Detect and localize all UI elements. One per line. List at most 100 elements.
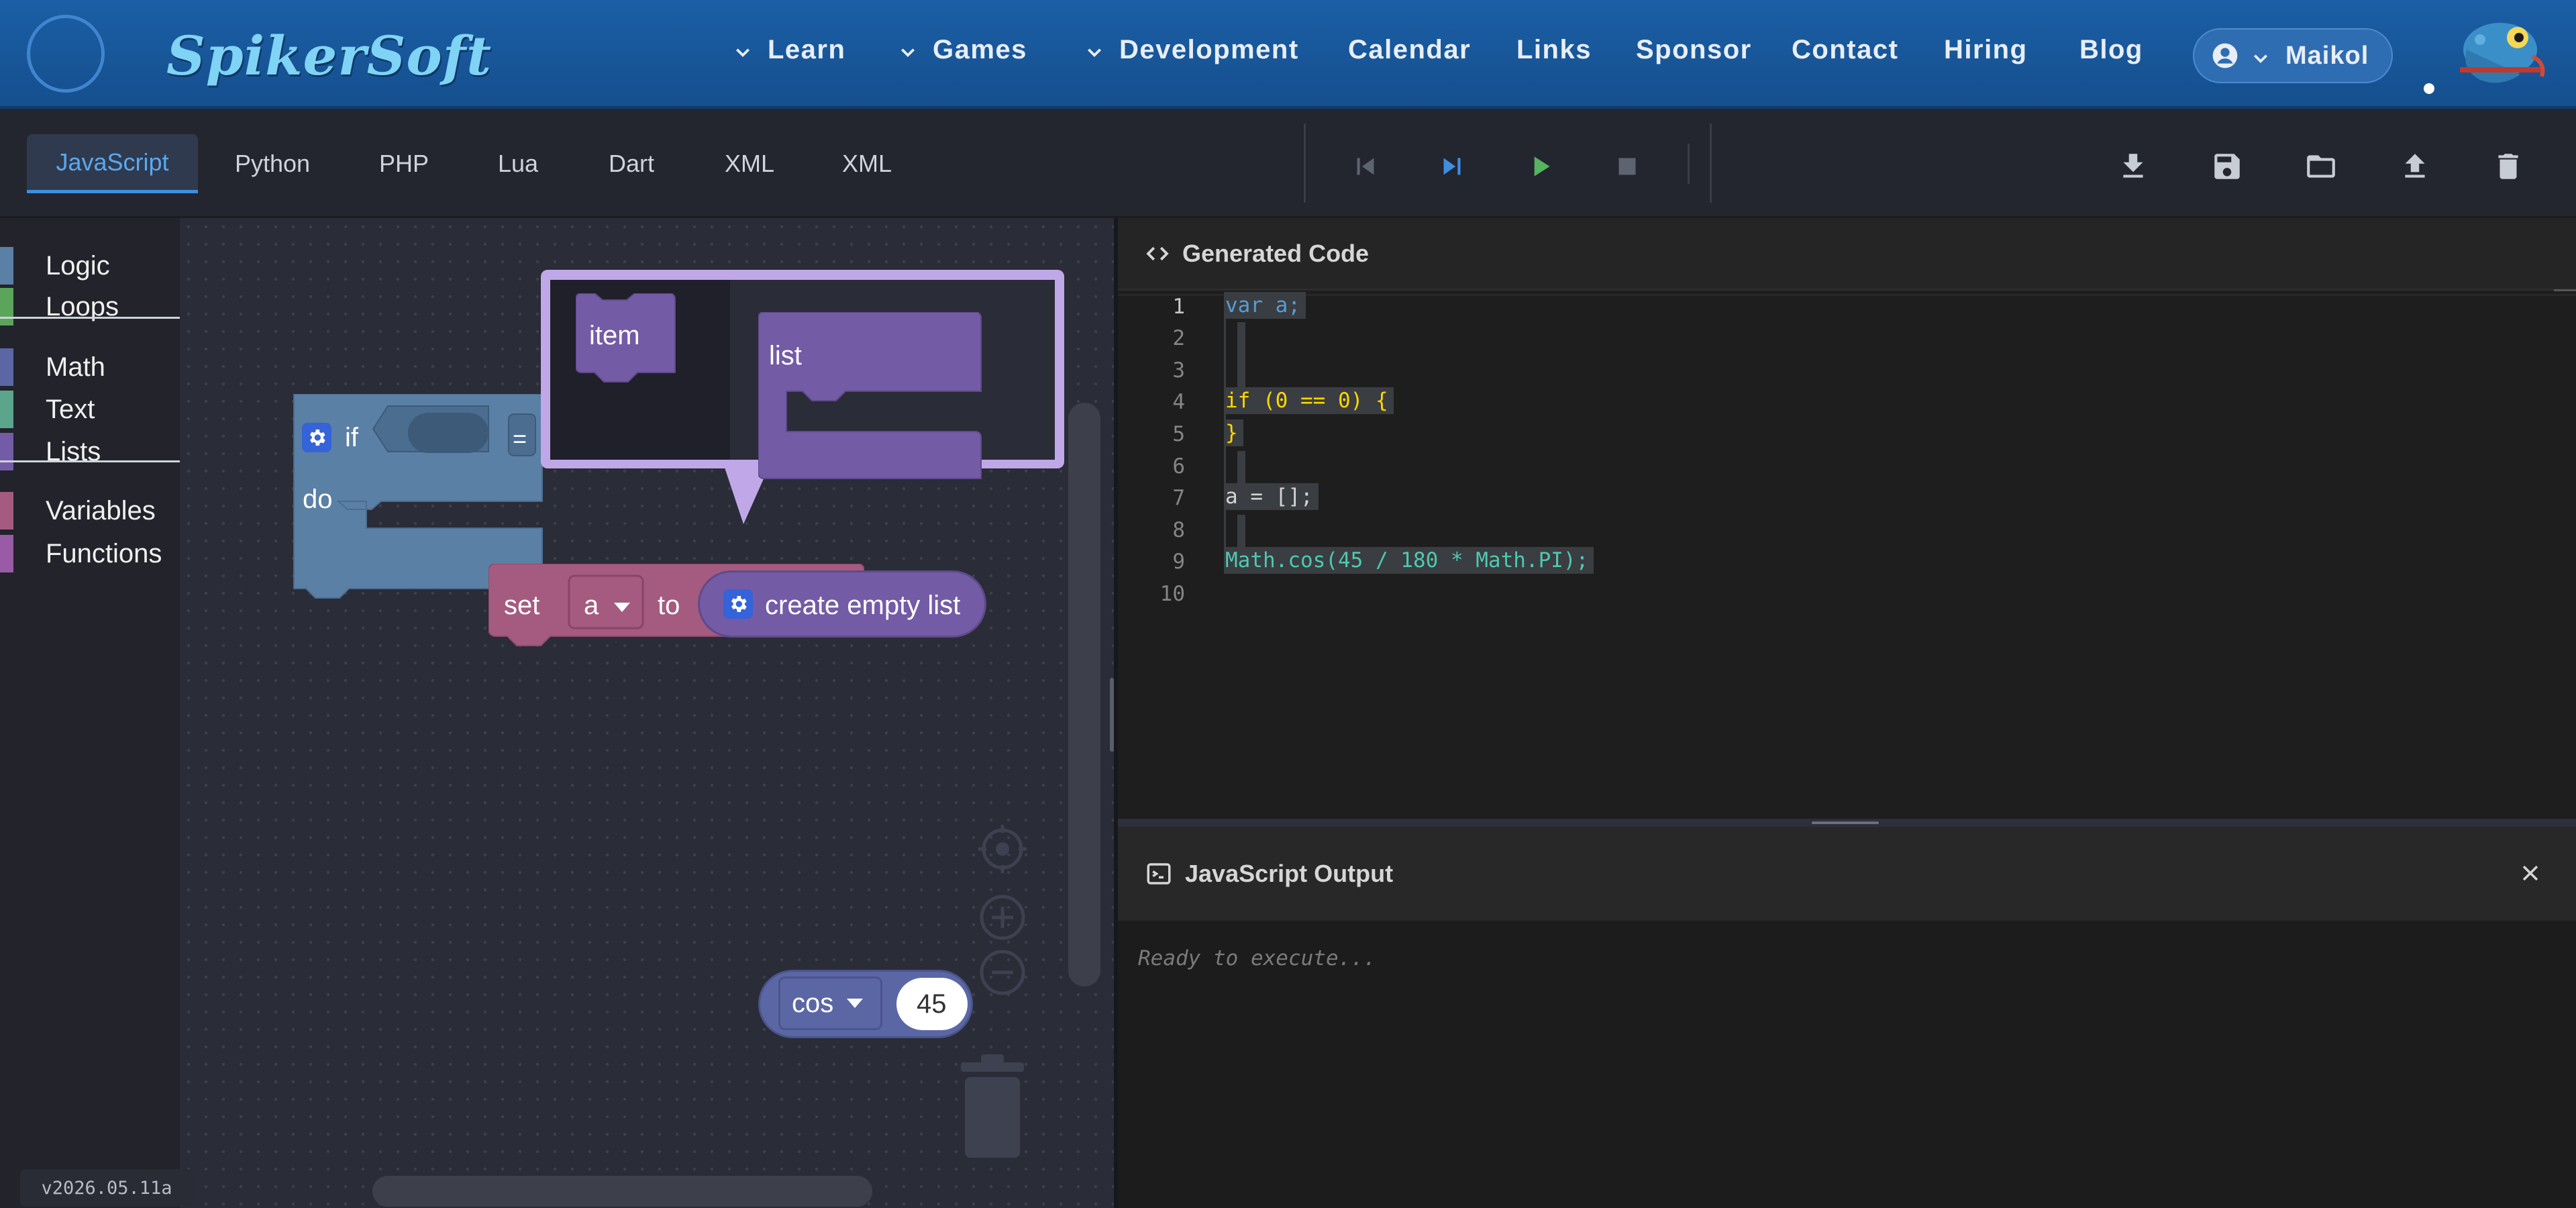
list-container-block[interactable]: [758, 312, 986, 493]
vertical-scrollbar[interactable]: [1068, 403, 1100, 987]
category-label: Logic: [46, 250, 110, 281]
upload-icon[interactable]: [2396, 148, 2434, 185]
user-name: Maikol: [2285, 41, 2369, 70]
cos-label: cos: [792, 989, 834, 1018]
nav-learn[interactable]: Learn: [734, 35, 845, 65]
user-menu-button[interactable]: Maikol: [2193, 28, 2393, 83]
nav-links[interactable]: Links: [1516, 35, 1592, 65]
nav-label: Games: [933, 35, 1027, 64]
line-highlight: [1118, 294, 2576, 296]
workspace-trash-icon[interactable]: [956, 1050, 1029, 1164]
category-label: Text: [46, 394, 95, 424]
tab-xml[interactable]: XML: [716, 134, 783, 193]
splitter-handle[interactable]: [1110, 678, 1114, 752]
recenter-icon[interactable]: [976, 822, 1029, 876]
tab-javascript[interactable]: JavaScript: [27, 134, 198, 193]
category-color-bar: [0, 288, 13, 325]
blockly-workspace[interactable]: if = do set a to create empty list item: [180, 218, 1114, 1208]
category-lists[interactable]: Lists: [0, 432, 101, 472]
code-line-9[interactable]: Math.cos(45 / 180 * Math.PI);: [1224, 547, 1594, 574]
code-scroll-indicator: [2554, 289, 2576, 291]
code-line-1[interactable]: var a;: [1224, 292, 1306, 319]
generated-code-panel: Generated Code 1 2 3 4 5 6 7 8 9 10 var …: [1118, 218, 2576, 819]
dropdown-arrow-icon: [614, 603, 630, 612]
nav-blog[interactable]: Blog: [2079, 35, 2143, 65]
category-loops[interactable]: Loops: [0, 287, 119, 327]
site-header: SpikerSoft Learn Games Development Calen…: [0, 0, 2576, 109]
line-number: 3: [1172, 358, 1185, 383]
save-icon[interactable]: [2208, 148, 2246, 185]
chevron-down-icon: [734, 38, 752, 57]
nav-contact[interactable]: Contact: [1792, 35, 1898, 65]
stop-icon[interactable]: [1608, 148, 1646, 185]
code-line-5[interactable]: }: [1224, 419, 1243, 446]
horizontal-scrollbar[interactable]: [372, 1176, 872, 1207]
line-number: 9: [1172, 550, 1185, 574]
line-number: 2: [1172, 326, 1185, 350]
toolbar-divider: [1688, 144, 1690, 184]
nav-hiring[interactable]: Hiring: [1944, 35, 2028, 65]
category-label: Functions: [46, 538, 162, 568]
category-variables[interactable]: Variables: [0, 491, 156, 531]
category-color-bar: [0, 535, 13, 572]
folder-icon[interactable]: [2302, 148, 2340, 185]
play-icon[interactable]: [1521, 148, 1559, 185]
line-number: 5: [1172, 422, 1185, 446]
status-dot: [2424, 83, 2434, 94]
nav-games[interactable]: Games: [899, 35, 1027, 65]
nav-label: Learn: [768, 35, 846, 64]
nav-label: Development: [1119, 35, 1299, 64]
equals-operator[interactable]: =: [513, 425, 527, 453]
line-number: 7: [1172, 486, 1185, 510]
code-text: a = [];: [1225, 485, 1313, 509]
whitespace-highlight: [1237, 322, 1245, 389]
line-number: 6: [1172, 454, 1185, 479]
whitespace-highlight: [1237, 515, 1245, 550]
category-functions[interactable]: Functions: [0, 534, 162, 574]
toolbox-categories: Logic Loops Math Text Lists Variables Fu…: [0, 218, 180, 1208]
code-text: }: [1225, 421, 1238, 445]
resize-grip: [1812, 821, 1879, 824]
code-line-7[interactable]: a = [];: [1224, 483, 1319, 510]
close-icon[interactable]: [2514, 856, 2547, 890]
version-badge: v2026.05.11a: [20, 1169, 193, 1207]
tab-xml-2[interactable]: XML: [833, 134, 900, 193]
tab-python[interactable]: Python: [225, 134, 319, 193]
code-text: Math.cos(45 / 180 * Math.PI);: [1225, 548, 1589, 572]
code-line-4[interactable]: if (0 == 0) {: [1224, 387, 1394, 414]
nav-calendar[interactable]: Calendar: [1348, 35, 1471, 65]
whitespace-highlight: [1237, 451, 1245, 486]
chevron-down-icon: [2252, 45, 2269, 64]
download-icon[interactable]: [2114, 148, 2152, 185]
category-text[interactable]: Text: [0, 389, 95, 430]
nav-development[interactable]: Development: [1086, 35, 1299, 65]
category-color-bar: [0, 247, 13, 285]
category-color-bar: [0, 492, 13, 530]
category-logic[interactable]: Logic: [0, 246, 110, 286]
category-math[interactable]: Math: [0, 347, 105, 387]
dropdown-arrow-icon: [847, 999, 863, 1008]
mutator-gear-icon[interactable]: [302, 423, 331, 452]
nav-sponsor[interactable]: Sponsor: [1636, 35, 1752, 65]
step-forward-icon[interactable]: [1433, 148, 1471, 185]
line-number: 10: [1160, 582, 1185, 606]
brand-title[interactable]: SpikerSoft: [166, 24, 492, 87]
code-panel-header: Generated Code: [1118, 218, 2576, 291]
logo-icon[interactable]: [27, 15, 105, 93]
tab-dart[interactable]: Dart: [598, 134, 665, 193]
zoom-out-icon[interactable]: [980, 950, 1025, 995]
account-circle-icon: [2212, 42, 2238, 69]
chameleon-mascot-icon: [2460, 23, 2545, 83]
tab-lua[interactable]: Lua: [484, 134, 552, 193]
zoom-in-icon[interactable]: [980, 895, 1025, 940]
category-color-bar: [0, 433, 13, 470]
code-text: var a;: [1225, 293, 1300, 317]
trash-icon[interactable]: [2489, 148, 2527, 185]
output-resize-handle[interactable]: [1118, 819, 2576, 827]
to-label: to: [658, 591, 680, 620]
skip-previous-icon[interactable]: [1347, 148, 1384, 185]
variable-dropdown[interactable]: a: [584, 591, 599, 621]
mutator-gear-icon[interactable]: [723, 589, 753, 619]
code-text: if (0 == 0) {: [1225, 389, 1388, 413]
tab-php[interactable]: PHP: [370, 134, 437, 193]
